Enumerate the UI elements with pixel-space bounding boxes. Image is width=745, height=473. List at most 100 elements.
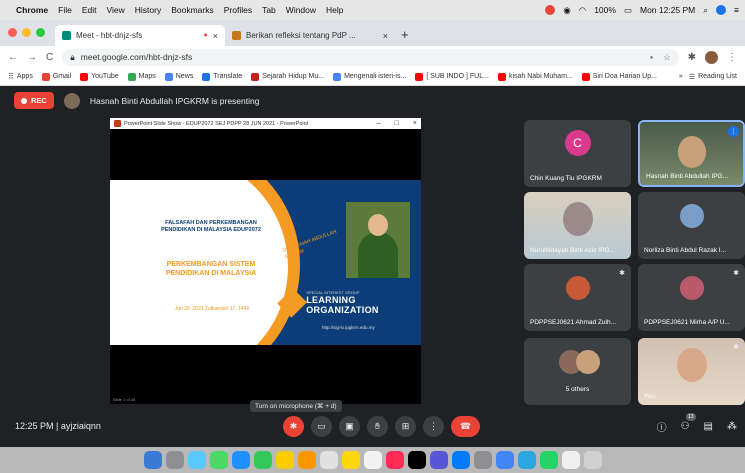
chrome-icon[interactable] bbox=[495, 451, 514, 469]
people-button[interactable]: ⚇ 13 bbox=[681, 412, 696, 432]
app-store-icon[interactable] bbox=[451, 451, 470, 469]
extensions-icon[interactable]: ✱ bbox=[688, 52, 696, 63]
captions-button[interactable]: ▣ bbox=[339, 415, 360, 437]
bookmark-translate[interactable]: Translate bbox=[202, 72, 242, 81]
presenting-text: Hasnah Binti Abdullah IPGKRM is presenti… bbox=[89, 95, 260, 106]
launchpad-icon[interactable] bbox=[165, 451, 184, 469]
reading-list-button[interactable]: ☰ Reading List bbox=[689, 73, 737, 81]
close-window-button[interactable] bbox=[8, 28, 17, 37]
wifi-icon[interactable]: ◠ bbox=[579, 5, 586, 16]
close-tab-icon[interactable]: × bbox=[213, 31, 218, 41]
tab-refleksi[interactable]: Berikan refleksi tentang PdP ... × bbox=[225, 25, 395, 46]
bookmark-mengenali[interactable]: Mengenali isteri-is... bbox=[333, 72, 406, 81]
participant-tile[interactable]: ✱ PDPPSEJ0621 Mirha A/P U... bbox=[638, 264, 745, 331]
maps-icon[interactable] bbox=[253, 451, 272, 469]
profile-avatar[interactable] bbox=[705, 50, 718, 64]
camera-permission-icon[interactable]: ▪ bbox=[650, 52, 653, 63]
bookmark-news[interactable]: News bbox=[164, 72, 193, 81]
tab-meet[interactable]: Meet - hbt-dnjz-sfs ● × bbox=[55, 25, 225, 46]
menubar-clock[interactable]: Mon 12:25 PM bbox=[640, 5, 695, 15]
menu-bookmarks[interactable]: Bookmarks bbox=[171, 5, 214, 15]
bookmark-siri-doa[interactable]: Siri Doa Harian Up... bbox=[581, 72, 657, 81]
podcasts-icon[interactable] bbox=[429, 451, 448, 469]
calendar-icon[interactable] bbox=[319, 451, 338, 469]
chat-icon[interactable]: ▤ bbox=[704, 421, 713, 432]
menu-tab[interactable]: Tab bbox=[262, 5, 276, 15]
participant-face bbox=[562, 202, 593, 236]
new-tab-icon[interactable]: + bbox=[401, 27, 409, 42]
menu-edit[interactable]: Edit bbox=[82, 5, 97, 15]
url-field[interactable]: 🔒︎ meet.google.com/hbt-dnjz-sfs ▪ ☆ bbox=[62, 48, 679, 66]
menu-window[interactable]: Window bbox=[286, 5, 316, 15]
participant-tile[interactable]: C Chin Kuang Tiu IPGKRM bbox=[524, 120, 631, 187]
bookmark-youtube[interactable]: YouTube bbox=[80, 72, 119, 81]
leave-call-button[interactable]: ☎︎ bbox=[451, 415, 480, 437]
mic-toggle-button[interactable]: ✱ bbox=[283, 415, 304, 437]
messages-icon[interactable] bbox=[209, 451, 228, 469]
bookmark-gmail[interactable]: Gmail bbox=[41, 72, 71, 81]
meeting-details-icon[interactable]: ⓘ bbox=[657, 419, 667, 434]
whatsapp-icon[interactable] bbox=[539, 451, 558, 469]
others-tile[interactable]: 5 others bbox=[524, 338, 631, 405]
bookmark-kisah[interactable]: kisah Nabi Muham... bbox=[497, 72, 573, 81]
bookmark-sejarah[interactable]: Sejarah Hidup Mu... bbox=[251, 72, 324, 81]
activities-icon[interactable]: ⁂ bbox=[727, 421, 737, 432]
safari-icon[interactable] bbox=[187, 451, 206, 469]
menu-help[interactable]: Help bbox=[326, 5, 343, 15]
facetime-icon[interactable] bbox=[297, 451, 316, 469]
raise-hand-button[interactable]: ✋︎ bbox=[367, 415, 388, 437]
reminders-icon[interactable] bbox=[363, 451, 382, 469]
system-prefs-icon[interactable] bbox=[473, 451, 492, 469]
menu-file[interactable]: File bbox=[58, 5, 72, 15]
tv-icon[interactable] bbox=[407, 451, 426, 469]
present-button[interactable]: ⊞ bbox=[395, 415, 416, 437]
forward-icon[interactable]: → bbox=[27, 52, 37, 63]
meet-status-icon[interactable] bbox=[545, 5, 556, 15]
minimize-window-button[interactable] bbox=[22, 28, 31, 37]
more-bookmarks-icon[interactable]: » bbox=[679, 73, 683, 81]
more-options-button[interactable]: ⋮ bbox=[423, 415, 444, 437]
siri-icon[interactable] bbox=[716, 5, 727, 15]
meet-controls: 12:25 PM | ayjziaiqnn ✱ ▭ ▣ ✋︎ ⊞ ⋮ ☎︎ ⓘ … bbox=[0, 410, 745, 442]
mail-icon[interactable] bbox=[231, 451, 250, 469]
control-center-icon[interactable]: ◉ bbox=[563, 5, 570, 16]
bookmark-maps[interactable]: Maps bbox=[127, 72, 156, 81]
chrome-menu-icon[interactable]: ⋮ bbox=[727, 52, 737, 63]
menu-profiles[interactable]: Profiles bbox=[224, 5, 252, 15]
bookmark-sub-indo[interactable]: [ SUB INDO ] FUL... bbox=[415, 72, 489, 81]
participant-tile[interactable]: ✱ PDPPSEJ0621 Ahmad Zulh... bbox=[524, 264, 631, 331]
participant-tile[interactable]: Nurulhidayah Binti Aziz IPG... bbox=[524, 192, 631, 259]
participant-tile[interactable]: ⋮ Hasnah Binti Abdullah IPG... bbox=[638, 120, 745, 187]
camera-toggle-button[interactable]: ▭ bbox=[311, 415, 332, 437]
bookmark-apps[interactable]: ⠿ Apps bbox=[8, 72, 33, 81]
trash-icon[interactable] bbox=[583, 451, 602, 469]
battery-icon[interactable]: ▭ bbox=[624, 5, 632, 16]
participant-name: You bbox=[644, 393, 655, 400]
maximize-window-button[interactable] bbox=[36, 28, 45, 37]
participant-tile[interactable]: Norliza Binti Abdul Razak I... bbox=[638, 192, 745, 259]
photos-icon[interactable] bbox=[275, 451, 294, 469]
finder-icon[interactable] bbox=[143, 451, 162, 469]
self-tile[interactable]: ✱ You bbox=[638, 338, 745, 405]
rec-badge[interactable]: REC bbox=[14, 92, 54, 109]
close-tab-icon[interactable]: × bbox=[383, 31, 388, 41]
music-icon[interactable] bbox=[385, 451, 404, 469]
participant-avatar bbox=[565, 276, 590, 300]
shared-screen[interactable]: PowerPoint Slide Show - EDUP2072 SEJ PDP… bbox=[110, 118, 421, 404]
spotlight-icon[interactable]: ⌕ bbox=[703, 5, 708, 16]
reload-icon[interactable]: C bbox=[46, 52, 53, 63]
menu-app-name[interactable]: Chrome bbox=[16, 5, 48, 15]
presenting-bar: REC Hasnah Binti Abdullah IPGKRM is pres… bbox=[14, 92, 259, 109]
participant-name: Hasnah Binti Abdullah IPG... bbox=[646, 173, 729, 180]
menu-view[interactable]: View bbox=[106, 5, 124, 15]
menu-history[interactable]: History bbox=[135, 5, 161, 15]
youtube-icon bbox=[581, 72, 590, 81]
documents-icon[interactable] bbox=[561, 451, 580, 469]
window-controls bbox=[8, 28, 45, 37]
bookmark-star-icon[interactable]: ☆ bbox=[663, 52, 671, 63]
telegram-icon[interactable] bbox=[517, 451, 536, 469]
control-menu-icon[interactable]: ≡ bbox=[734, 5, 739, 15]
reading-list-label: Reading List bbox=[698, 73, 737, 80]
notes-icon[interactable] bbox=[341, 451, 360, 469]
back-icon[interactable]: ← bbox=[8, 52, 18, 63]
